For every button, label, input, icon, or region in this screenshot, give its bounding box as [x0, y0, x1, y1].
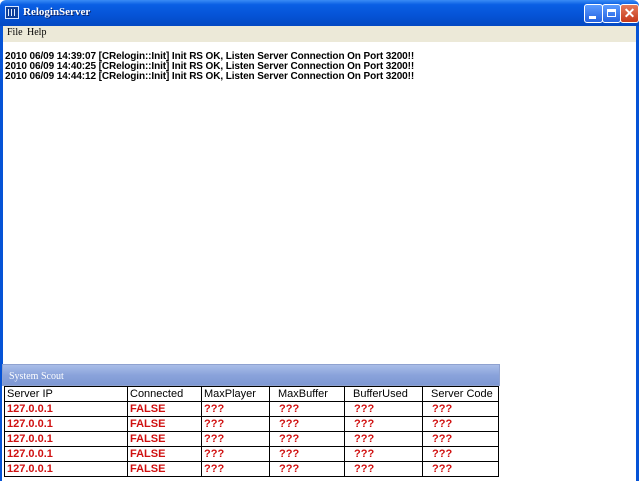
maximize-button[interactable]	[602, 4, 621, 23]
table-row[interactable]: 127.0.0.1 FALSE ??? ??? ??? ???	[4, 446, 499, 462]
log-line: 2010 06/09 14:44:12 [CRelogin::Init] Ini…	[5, 71, 415, 82]
cell-server-code: ???	[422, 446, 499, 462]
cell-server-ip: 127.0.0.1	[4, 401, 128, 417]
column-header-maxbuffer[interactable]: MaxBuffer	[269, 386, 345, 402]
cell-bufferused: ???	[344, 416, 423, 432]
cell-server-ip: 127.0.0.1	[4, 431, 128, 447]
cell-server-code: ???	[422, 416, 499, 432]
cell-maxbuffer: ???	[269, 461, 345, 477]
column-header-connected[interactable]: Connected	[127, 386, 202, 402]
menu-bar: File Help	[3, 26, 636, 42]
minimize-button[interactable]	[584, 4, 603, 23]
cell-server-ip: 127.0.0.1	[4, 461, 128, 477]
log-output: 2010 06/09 14:39:07 [CRelogin::Init] Ini…	[5, 52, 625, 82]
close-icon: ✕	[623, 5, 636, 21]
cell-connected: FALSE	[127, 431, 202, 447]
cell-maxbuffer: ???	[269, 446, 345, 462]
cell-maxplayer: ???	[201, 446, 270, 462]
table-row[interactable]: 127.0.0.1 FALSE ??? ??? ??? ???	[4, 461, 499, 477]
cell-connected: FALSE	[127, 401, 202, 417]
system-scout-panel: System Scout Server IP Connected MaxPlay…	[2, 364, 500, 481]
cell-maxplayer: ???	[201, 401, 270, 417]
title-bar[interactable]: ReloginServer ✕	[0, 0, 639, 26]
table-row[interactable]: 127.0.0.1 FALSE ??? ??? ??? ???	[4, 431, 499, 447]
cell-server-code: ???	[422, 431, 499, 447]
server-status-table: Server IP Connected MaxPlayer MaxBuffer …	[4, 386, 499, 477]
cell-maxbuffer: ???	[269, 401, 345, 417]
table-row[interactable]: 127.0.0.1 FALSE ??? ??? ??? ???	[4, 416, 499, 432]
cell-maxplayer: ???	[201, 416, 270, 432]
system-scout-title-bar[interactable]: System Scout	[2, 364, 500, 386]
cell-connected: FALSE	[127, 461, 202, 477]
cell-bufferused: ???	[344, 431, 423, 447]
window-title: ReloginServer	[23, 6, 91, 18]
cell-bufferused: ???	[344, 446, 423, 462]
cell-maxplayer: ???	[201, 461, 270, 477]
cell-maxbuffer: ???	[269, 431, 345, 447]
menu-file[interactable]: File	[7, 27, 23, 38]
cell-maxplayer: ???	[201, 431, 270, 447]
table-row[interactable]: 127.0.0.1 FALSE ??? ??? ??? ???	[4, 401, 499, 417]
cell-server-code: ???	[422, 401, 499, 417]
system-scout-title: System Scout	[9, 371, 64, 382]
cell-server-ip: 127.0.0.1	[4, 446, 128, 462]
column-header-bufferused[interactable]: BufferUsed	[344, 386, 423, 402]
cell-maxbuffer: ???	[269, 416, 345, 432]
cell-bufferused: ???	[344, 401, 423, 417]
cell-connected: FALSE	[127, 416, 202, 432]
cell-bufferused: ???	[344, 461, 423, 477]
column-header-maxplayer[interactable]: MaxPlayer	[201, 386, 270, 402]
close-button[interactable]: ✕	[620, 4, 639, 23]
table-header-row: Server IP Connected MaxPlayer MaxBuffer …	[4, 386, 499, 402]
menu-help[interactable]: Help	[27, 27, 46, 38]
column-header-server-ip[interactable]: Server IP	[4, 386, 128, 402]
column-header-server-code[interactable]: Server Code	[422, 386, 499, 402]
server-app-icon[interactable]	[5, 6, 19, 19]
cell-connected: FALSE	[127, 446, 202, 462]
cell-server-code: ???	[422, 461, 499, 477]
cell-server-ip: 127.0.0.1	[4, 416, 128, 432]
